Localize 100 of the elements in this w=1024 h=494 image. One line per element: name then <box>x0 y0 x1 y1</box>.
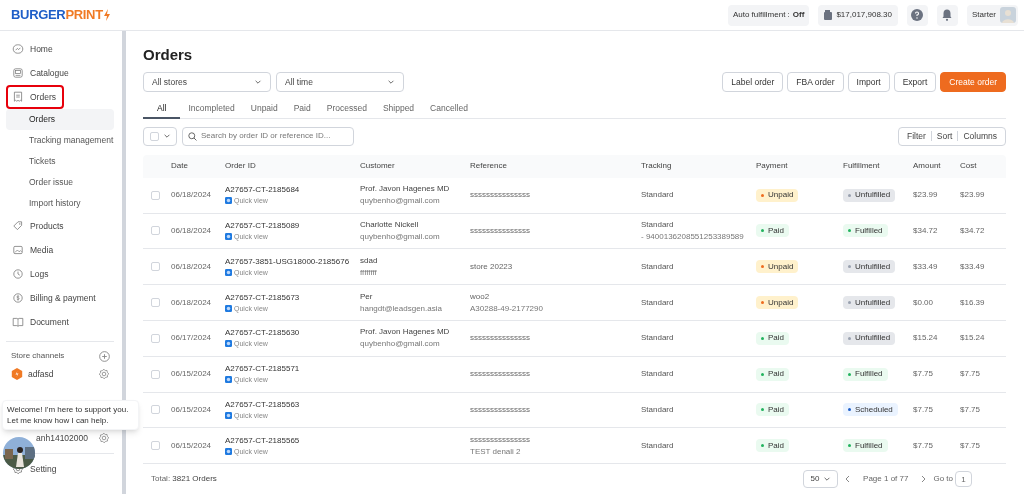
checkbox[interactable] <box>151 333 160 343</box>
auto-fulfillment-chip[interactable]: Auto fulfillment : Off <box>727 4 810 26</box>
table-cell-text: Standard <box>641 332 675 345</box>
action-button[interactable]: FBA order <box>787 72 844 92</box>
nav-subitem[interactable]: Tickets <box>6 151 114 172</box>
checkbox[interactable] <box>149 131 159 141</box>
previous-icon[interactable] <box>844 475 852 484</box>
tab[interactable]: Paid <box>285 99 319 119</box>
table-cell-text: $15.24 <box>960 332 986 345</box>
page-size-dropdown[interactable]: 50 <box>803 470 839 489</box>
order-id[interactable]: A27657-CT-2185571 <box>225 363 360 375</box>
action-button[interactable]: Export <box>893 72 937 92</box>
section-title: Store channels <box>11 350 65 362</box>
nav-subitem[interactable]: Order issue <box>6 172 114 193</box>
order-id[interactable]: A27657-CT-2185630 <box>225 327 360 339</box>
nav-item[interactable]: Media <box>6 238 114 262</box>
store-icon <box>11 368 23 380</box>
table-cell-text: $16.39 <box>960 296 986 309</box>
table-cell-text: $7.75 <box>913 368 935 381</box>
store-dropdown[interactable]: All stores <box>143 72 271 92</box>
table-cell-text: $0.00 <box>913 296 935 309</box>
tab[interactable]: Shipped <box>374 99 423 119</box>
plan-chip[interactable]: Starter <box>967 4 1018 26</box>
column-header: Amount <box>913 160 942 173</box>
table-cell-text: 06/15/2024 <box>171 368 213 381</box>
table-cell-text: sdad <box>360 254 379 267</box>
table-cell-text: quybenho@gmail.com <box>360 338 441 351</box>
table-cell-text: 06/15/2024 <box>171 439 213 452</box>
page-title: Orders <box>143 45 194 65</box>
order-id[interactable]: A27657-CT-2185565 <box>225 434 360 446</box>
table-cell-text: Standard <box>641 368 675 381</box>
order-id[interactable]: A27657-CT-2185089 <box>225 219 360 231</box>
column-header: Fulfillment <box>843 160 881 173</box>
add-icon[interactable] <box>99 350 110 362</box>
checkbox[interactable] <box>151 405 160 415</box>
nav-item[interactable]: Logs <box>6 262 114 286</box>
nav-item[interactable]: Setting <box>30 462 57 476</box>
checkbox[interactable] <box>151 190 160 200</box>
action-button[interactable]: Label order <box>722 72 784 92</box>
search-field[interactable]: Search by order ID or reference ID... <box>182 126 354 146</box>
nav-subitem[interactable]: Tracking management <box>6 130 114 151</box>
notifications-button[interactable] <box>937 4 958 26</box>
nav-item[interactable]: Products <box>6 214 114 238</box>
table-cell-text: 06/18/2024 <box>171 224 213 237</box>
help-button[interactable] <box>907 4 928 26</box>
tab[interactable]: All <box>143 99 181 119</box>
settings-icon[interactable] <box>98 432 110 444</box>
bell-icon <box>942 9 953 21</box>
order-id[interactable]: A27657-CT-2185563 <box>225 398 360 410</box>
user-name[interactable]: anh14102000 <box>36 431 88 445</box>
store-name[interactable]: adfasd <box>28 367 54 381</box>
tool-button[interactable]: Filter <box>901 130 931 143</box>
go-to-label: Go to <box>933 473 953 486</box>
table-cell-text: store 20223 <box>470 260 514 273</box>
table-cell-text: Standard <box>641 260 675 273</box>
column-header: Date <box>171 160 189 173</box>
eye-icon <box>225 411 232 419</box>
nav-item[interactable]: Billing & payment <box>6 286 114 310</box>
order-id[interactable]: A27657-3851-USG18000-2185676 <box>225 255 360 267</box>
tool-button[interactable]: Sort <box>931 130 958 143</box>
checkbox[interactable] <box>151 369 160 379</box>
nav-item[interactable]: Orders <box>6 85 64 109</box>
image-icon <box>12 244 24 256</box>
order-id[interactable]: A27657-CT-2185673 <box>225 291 360 303</box>
tab[interactable]: Incompleted <box>180 99 243 119</box>
search-input[interactable]: Search by order ID or reference ID... <box>201 130 348 143</box>
status-badge: Paid <box>756 331 789 345</box>
select-all-dropdown[interactable] <box>143 126 177 146</box>
status-badge: Fulfilled <box>843 224 888 238</box>
nav-item[interactable]: Document <box>6 310 114 334</box>
tab[interactable]: Unpaid <box>242 99 286 119</box>
table-cell-text: sssssssssssssss <box>470 403 531 416</box>
dollar-icon <box>12 292 24 304</box>
tab[interactable]: Processed <box>318 99 375 119</box>
time-dropdown[interactable]: All time <box>276 72 404 92</box>
table-cell-text: TEST denali 2 <box>470 445 522 458</box>
status-badge: Unpaid <box>756 296 799 310</box>
checkbox[interactable] <box>151 298 160 308</box>
clock-icon <box>12 268 24 280</box>
settings-icon[interactable] <box>98 368 110 380</box>
table-cell-text: Prof. Javon Hagenes MD <box>360 326 451 339</box>
logo[interactable]: BURGERPRINT <box>11 5 103 25</box>
tab[interactable]: Cancelled <box>422 99 476 119</box>
book-icon <box>12 316 24 328</box>
nav-subitem[interactable]: Orders <box>6 109 114 130</box>
nav-item[interactable]: Home <box>6 37 114 61</box>
page-input[interactable]: 1 <box>955 471 972 488</box>
balance-chip[interactable]: $17,017,908.30 <box>818 4 898 26</box>
checkbox[interactable] <box>151 226 160 236</box>
order-id[interactable]: A27657-CT-2185684 <box>225 184 360 196</box>
nav-subitem[interactable]: Import history <box>6 193 114 214</box>
table-cell-text: Prof. Javon Hagenes MD <box>360 183 451 196</box>
checkbox[interactable] <box>151 441 160 451</box>
tool-button[interactable]: Columns <box>958 130 1002 143</box>
table-cell-text: 06/18/2024 <box>171 260 213 273</box>
checkbox[interactable] <box>151 262 160 272</box>
action-button[interactable]: Import <box>847 72 890 92</box>
next-icon[interactable] <box>920 475 928 484</box>
nav-item[interactable]: Catalogue <box>6 61 114 85</box>
status-badge: Unfulfilled <box>843 331 896 345</box>
